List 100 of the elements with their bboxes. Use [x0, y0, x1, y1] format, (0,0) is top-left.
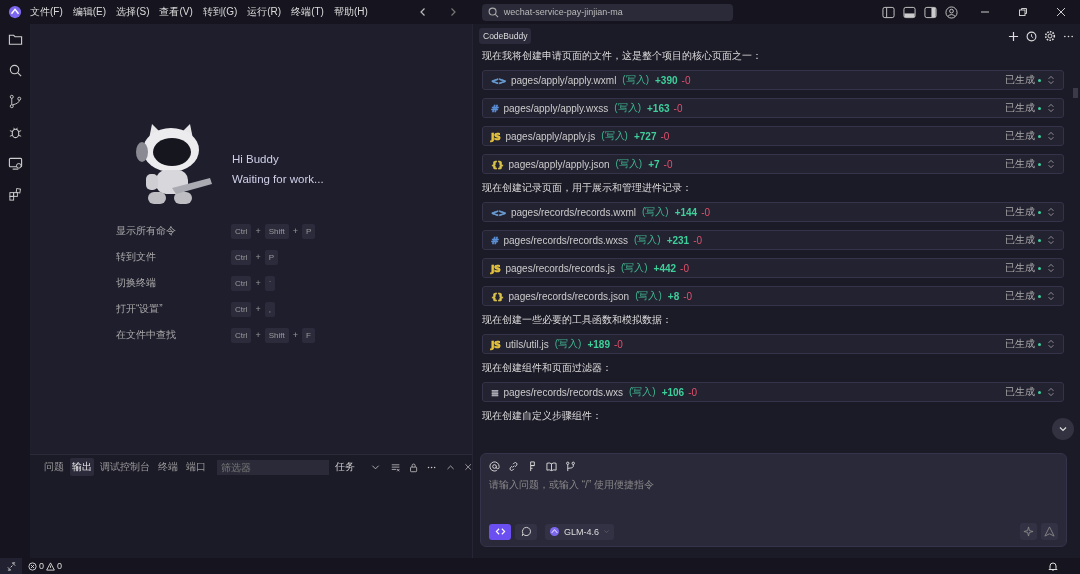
lock-icon[interactable]	[409, 461, 419, 473]
secondary-sidebar-icon[interactable]	[924, 5, 937, 19]
menu-item[interactable]: 转到(G)	[202, 5, 238, 19]
menu-item[interactable]: 终端(T)	[291, 5, 324, 19]
search-field[interactable]: wechat-service-pay-jinjian-ma	[481, 3, 733, 21]
link-icon[interactable]	[508, 461, 519, 472]
task-dropdown[interactable]: 任务	[333, 459, 382, 475]
send-button[interactable]	[1041, 523, 1058, 540]
expand-icon[interactable]	[1047, 131, 1055, 141]
status-text: 已生成	[1005, 73, 1035, 87]
file-change-row[interactable]: ≡ pages/records/records.wxs (写入) +106 -0 已生成	[482, 382, 1064, 402]
folder-icon[interactable]	[7, 32, 23, 47]
menu-item[interactable]: 编辑(E)	[72, 5, 107, 19]
file-change-row[interactable]: JS utils/util.js (写入) +189 -0 已生成	[482, 334, 1064, 354]
expand-icon[interactable]	[1047, 159, 1055, 169]
status-text: 已生成	[1005, 385, 1035, 399]
expand-icon[interactable]	[1047, 291, 1055, 301]
send-icon	[1044, 526, 1055, 537]
panel-tab[interactable]: 问题	[42, 458, 66, 476]
file-change-row[interactable]: <> pages/records/records.wxml (写入) +144 -0 已生成	[482, 202, 1064, 222]
chat-mode-button[interactable]	[515, 523, 537, 540]
added-count: +144	[674, 206, 698, 218]
source-control-icon[interactable]	[7, 94, 23, 109]
plus-sign: +	[255, 278, 261, 288]
settings-icon[interactable]	[1044, 30, 1056, 42]
added-count: +7	[648, 158, 660, 170]
plus-sign: +	[255, 226, 261, 236]
removed-count: -0	[693, 234, 703, 246]
panel-tab[interactable]: 端口	[184, 458, 208, 476]
shortcut-label: 转到文件	[116, 250, 157, 264]
history-icon[interactable]	[1026, 30, 1037, 42]
book-icon[interactable]	[546, 461, 557, 472]
panel-tab[interactable]: 终端	[156, 458, 180, 476]
file-change-row[interactable]: <> pages/apply/apply.wxml (写入) +390 -0 已生成	[482, 70, 1064, 90]
menu-item[interactable]: 运行(R)	[247, 5, 282, 19]
key-cap: Ctrl	[231, 327, 252, 343]
file-change-row[interactable]: {} pages/records/records.json (写入) +8 -0 已生成	[482, 286, 1064, 306]
expand-icon[interactable]	[1047, 235, 1055, 245]
remote-button[interactable]	[0, 558, 22, 574]
account-icon[interactable]	[945, 5, 958, 19]
plus-sign: +	[255, 252, 261, 262]
file-change-row[interactable]: # pages/records/records.wxss (写入) +231 -0 已生成	[482, 230, 1064, 250]
key-cap: `	[264, 275, 276, 291]
menu-item[interactable]: 文件(F)	[30, 5, 63, 19]
status-text: 已生成	[1005, 233, 1035, 247]
debug-icon[interactable]	[7, 125, 23, 140]
file-path: pages/apply/apply.json	[508, 158, 610, 170]
status-text: 已生成	[1005, 101, 1035, 115]
sidebar-toggle-icon[interactable]	[882, 5, 895, 19]
expand-icon[interactable]	[1047, 207, 1055, 217]
chat-input-box[interactable]: 请输入问题，或输入 “/” 使用便捷指令 GLM-4.6	[480, 453, 1067, 547]
write-label: (写入)	[628, 385, 656, 399]
expand-icon[interactable]	[1047, 387, 1055, 397]
at-icon[interactable]	[489, 461, 500, 472]
panel-tab[interactable]: 输出	[70, 458, 94, 476]
key-cap: P	[264, 249, 279, 265]
chat-tab[interactable]: CodeBuddy	[479, 28, 532, 44]
file-path: utils/util.js	[505, 338, 549, 350]
file-change-row[interactable]: # pages/apply/apply.wxss (写入) +163 -0 已生成	[482, 98, 1064, 118]
clear-list-icon[interactable]	[391, 461, 401, 473]
close-icon[interactable]	[1056, 7, 1066, 17]
enhance-button[interactable]	[1020, 523, 1037, 540]
removed-count: -0	[680, 262, 689, 274]
remote-explorer-icon[interactable]	[7, 156, 23, 171]
app-logo-icon	[8, 5, 22, 19]
model-selector[interactable]: GLM-4.6	[545, 523, 614, 540]
file-change-row[interactable]: JS pages/apply/apply.js (写入) +727 -0 已生成	[482, 126, 1064, 146]
file-change-row[interactable]: JS pages/records/records.js (写入) +442 -0 已生成	[482, 258, 1064, 278]
problems-indicator[interactable]: 0 0	[28, 561, 63, 571]
extensions-icon[interactable]	[7, 187, 23, 202]
file-change-row[interactable]: {} pages/apply/apply.json (写入) +7 -0 已生成	[482, 154, 1064, 174]
chat-input-field[interactable]: 请输入问题，或输入 “/” 使用便捷指令	[489, 478, 1058, 490]
menu-item[interactable]: 选择(S)	[116, 5, 150, 19]
file-path: pages/apply/apply.js	[505, 130, 596, 142]
chevron-down-icon	[1058, 424, 1068, 434]
bell-icon[interactable]	[1048, 561, 1058, 571]
panel-toggle-icon[interactable]	[903, 5, 916, 19]
restore-icon[interactable]	[1018, 7, 1028, 17]
close-icon[interactable]	[463, 462, 472, 472]
expand-icon[interactable]	[1047, 103, 1055, 113]
search-icon	[487, 6, 499, 18]
file-type-icon: <>	[491, 74, 506, 86]
menu-item[interactable]: 查看(V)	[159, 5, 193, 19]
key-cap: Ctrl	[231, 301, 252, 317]
expand-icon[interactable]	[1047, 263, 1055, 273]
expand-icon[interactable]	[1047, 75, 1055, 85]
expand-icon[interactable]	[1047, 339, 1055, 349]
file-type-icon: {}	[491, 158, 504, 170]
scroll-down-button[interactable]	[1052, 418, 1074, 440]
panel-tab[interactable]: 调试控制台	[98, 458, 152, 476]
menu-item[interactable]: 帮助(H)	[333, 5, 368, 19]
filter-field[interactable]: 筛选器	[217, 459, 329, 475]
status-dot	[1038, 294, 1041, 298]
code-mode-button[interactable]	[489, 523, 511, 540]
write-label: (写入)	[622, 73, 650, 87]
removed-count: -0	[681, 74, 691, 86]
plus-icon[interactable]	[1008, 30, 1019, 42]
scrollbar-thumb[interactable]	[1073, 88, 1078, 98]
branch-icon[interactable]	[565, 461, 576, 472]
search-icon[interactable]	[7, 63, 23, 78]
